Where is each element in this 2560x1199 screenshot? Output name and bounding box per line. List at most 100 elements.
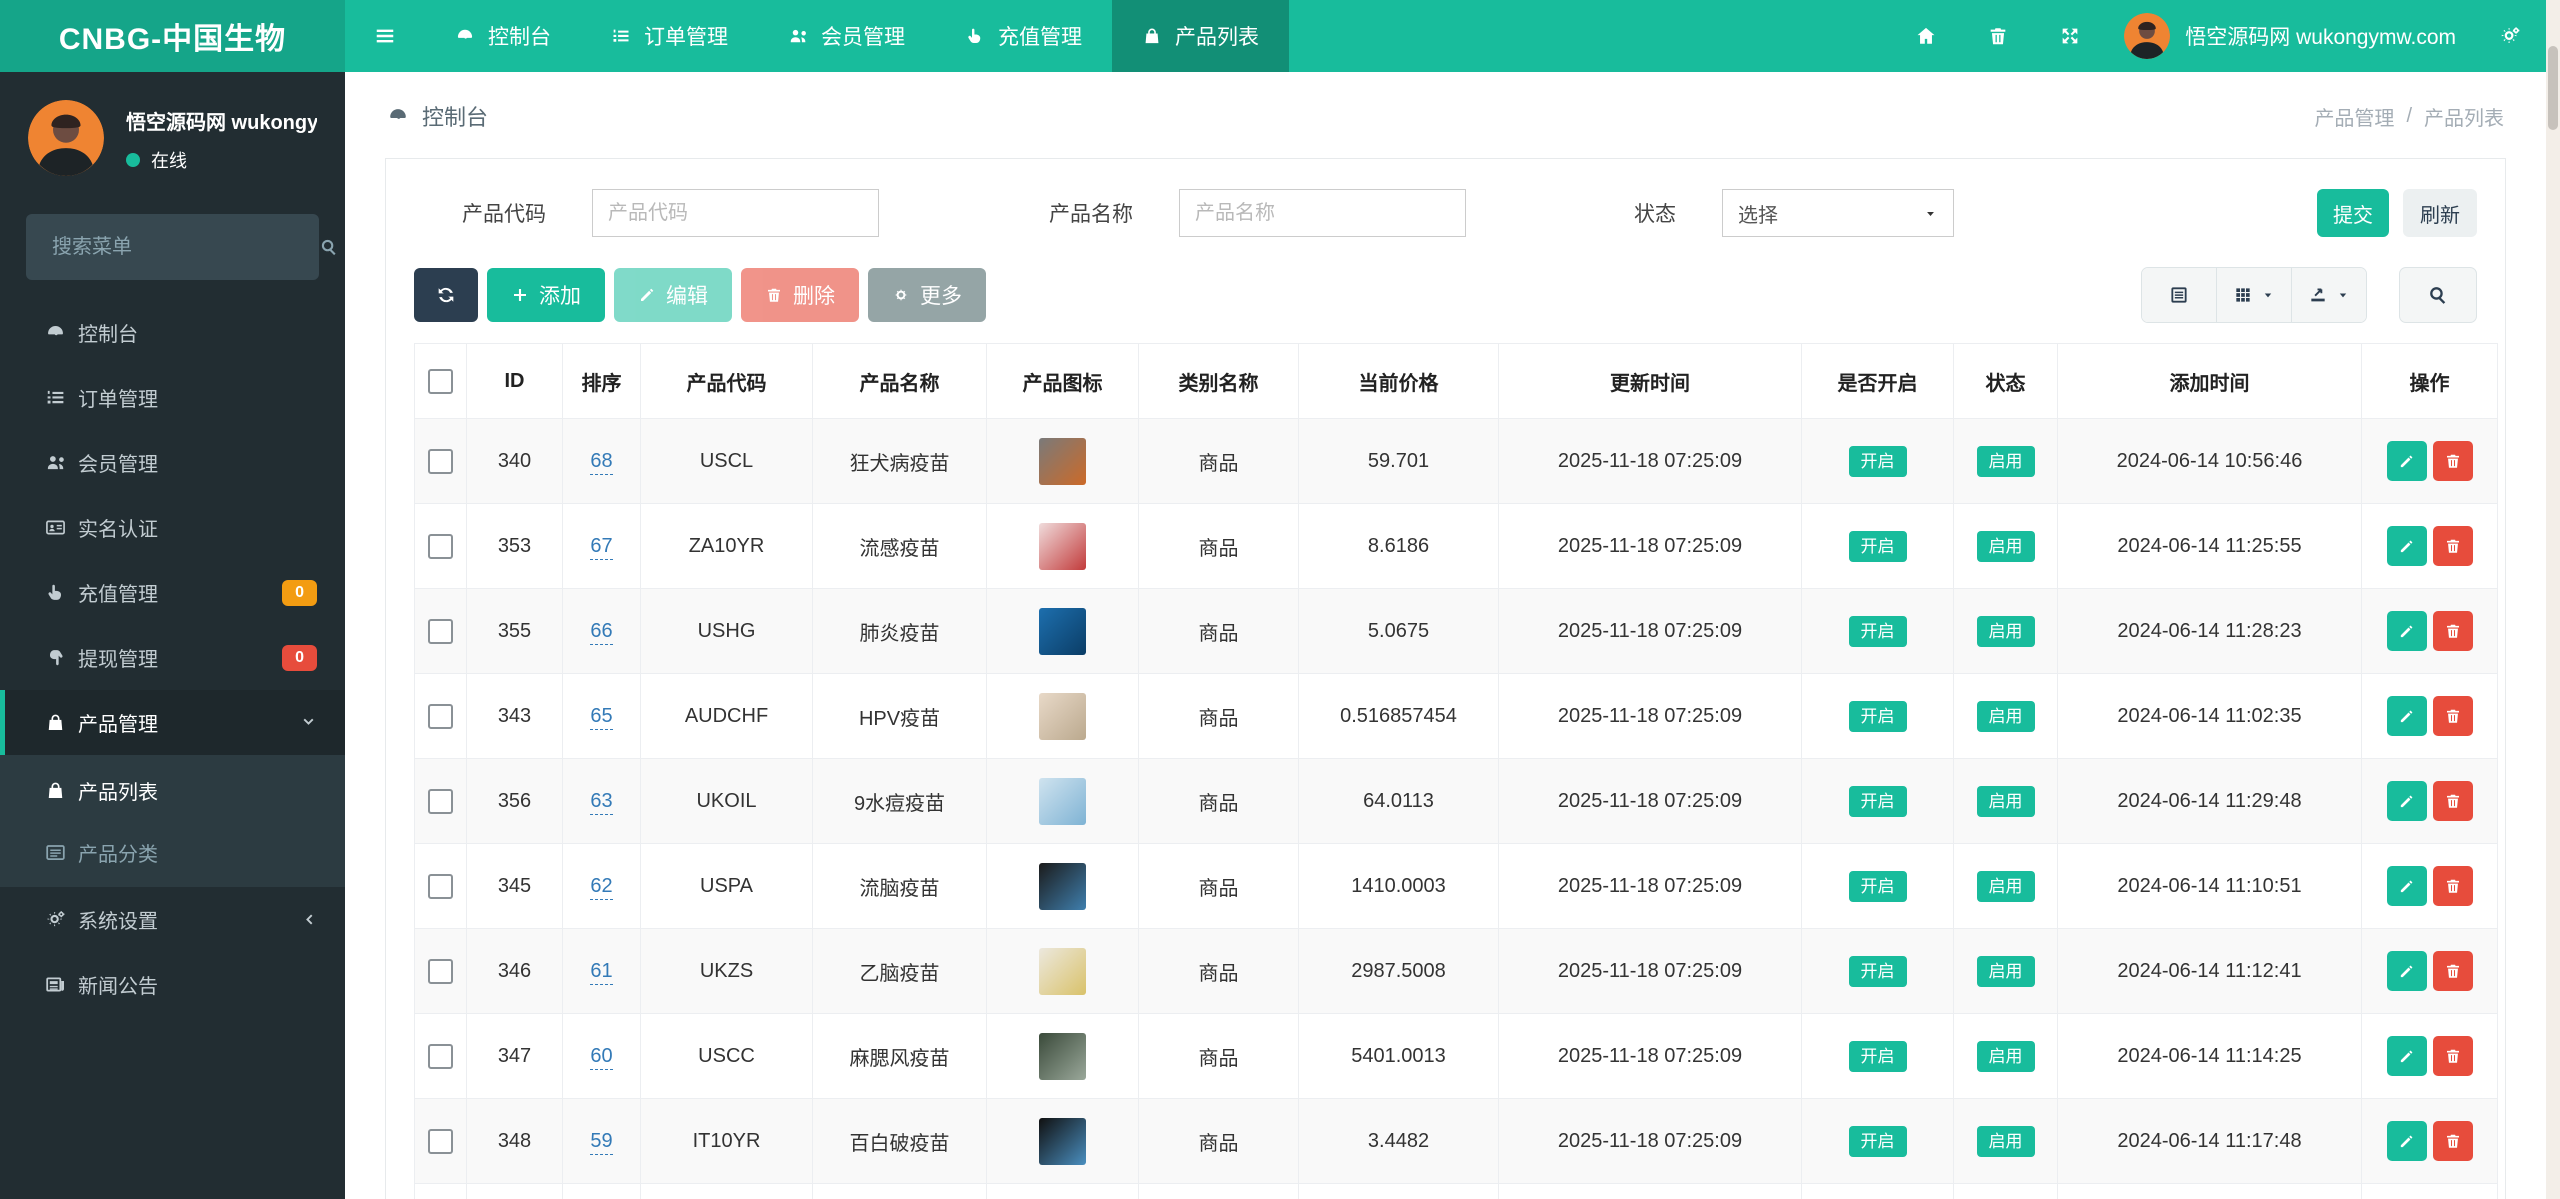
settings-button[interactable] [2474,0,2546,72]
sidebar-item-新闻公告[interactable]: 新闻公告 [0,952,345,1017]
sidebar-item-系统设置[interactable]: 系统设置 [0,887,345,952]
sort-editable-link[interactable]: 68 [590,449,613,475]
sidebar-item-产品分类[interactable]: 产品分类 [0,821,345,883]
row-delete-button[interactable] [2432,610,2473,651]
sidebar-search-input[interactable] [50,234,319,260]
sidebar-toggle-button[interactable] [345,0,425,72]
open-badge[interactable]: 开启 [1848,615,1907,647]
row-edit-button[interactable] [2386,526,2427,567]
row-delete-button[interactable] [2432,950,2473,991]
row-checkbox[interactable] [428,1128,453,1154]
top-nav-item-充值管理[interactable]: 充值管理 [935,0,1112,72]
table-search-button[interactable] [2399,267,2477,323]
status-badge[interactable]: 启用 [1976,1125,2035,1157]
row-edit-button[interactable] [2386,781,2427,822]
open-badge[interactable]: 开启 [1848,785,1907,817]
sidebar-avatar [28,100,104,176]
row-checkbox[interactable] [428,448,453,474]
select-all-checkbox[interactable] [428,368,453,394]
sidebar-item-提现管理[interactable]: 提现管理 0 [0,625,345,690]
more-button[interactable]: 更多 [868,268,986,322]
sort-editable-link[interactable]: 62 [590,874,613,900]
row-checkbox[interactable] [428,1043,453,1069]
home-button[interactable] [1890,0,1962,72]
export-button[interactable] [2291,268,2366,322]
row-edit-button[interactable] [2386,1036,2427,1077]
sidebar-item-产品列表[interactable]: 产品列表 [0,759,345,821]
status-badge[interactable]: 启用 [1976,615,2035,647]
row-edit-button[interactable] [2386,866,2427,907]
table-row: 356 63 UKOIL 9水痘疫苗 商品 64.0113 2025-11-18 07:25… [414,758,2498,844]
row-delete-button[interactable] [2432,780,2473,821]
status-badge[interactable]: 启用 [1976,700,2035,732]
open-badge[interactable]: 开启 [1848,700,1907,732]
sidebar-item-充值管理[interactable]: 充值管理 0 [0,560,345,625]
row-delete-button[interactable] [2432,1035,2473,1076]
row-delete-button[interactable] [2432,865,2473,906]
row-edit-button[interactable] [2386,441,2427,482]
breadcrumb-item-product-management[interactable]: 产品管理 [2314,102,2394,131]
sidebar-item-会员管理[interactable]: 会员管理 [0,430,345,495]
open-badge[interactable]: 开启 [1848,530,1907,562]
sort-editable-link[interactable]: 61 [590,959,613,985]
status-badge[interactable]: 启用 [1976,870,2035,902]
open-badge[interactable]: 开启 [1848,1040,1907,1072]
top-nav-item-订单管理[interactable]: 订单管理 [581,0,758,72]
delete-button[interactable]: 删除 [741,268,859,322]
sidebar-item-产品管理[interactable]: 产品管理 [0,690,345,755]
row-edit-button[interactable] [2386,696,2427,737]
sort-editable-link[interactable]: 60 [590,1044,613,1070]
submit-button[interactable]: 提交 [2317,189,2389,237]
row-checkbox[interactable] [428,618,453,644]
row-delete-button[interactable] [2432,525,2473,566]
cell-name: 肺炎疫苗 [812,588,987,674]
top-nav-item-产品列表[interactable]: 产品列表 [1112,0,1289,72]
sidebar-item-控制台[interactable]: 控制台 [0,300,345,365]
edit-button[interactable]: 编辑 [614,268,732,322]
sort-editable-link[interactable]: 59 [590,1129,613,1155]
refresh-button[interactable]: 刷新 [2403,189,2477,237]
sort-editable-link[interactable]: 63 [590,789,613,815]
reload-table-button[interactable] [414,268,478,322]
row-edit-button[interactable] [2386,1121,2427,1162]
row-delete-button[interactable] [2432,1120,2473,1161]
add-button[interactable]: 添加 [487,268,605,322]
status-badge[interactable]: 启用 [1976,530,2035,562]
scrollbar-thumb[interactable] [2548,46,2558,130]
status-badge[interactable]: 启用 [1976,955,2035,987]
sort-editable-link[interactable]: 67 [590,534,613,560]
user-menu[interactable]: 悟空源码网 wukongymw.com [2106,13,2474,59]
columns-button[interactable] [2216,268,2291,322]
product-name-input[interactable] [1179,189,1466,237]
open-badge[interactable]: 开启 [1848,1125,1907,1157]
sidebar-item-实名认证[interactable]: 实名认证 [0,495,345,560]
trash-button[interactable] [1962,0,2034,72]
row-delete-button[interactable] [2432,695,2473,736]
status-badge[interactable]: 启用 [1976,1040,2035,1072]
sort-editable-link[interactable]: 65 [590,704,613,730]
open-badge[interactable]: 开启 [1848,955,1907,987]
fullscreen-button[interactable] [2034,0,2106,72]
status-badge[interactable]: 启用 [1976,445,2035,477]
product-code-input[interactable] [592,189,879,237]
toggle-view-button[interactable] [2142,268,2216,322]
row-checkbox[interactable] [428,788,453,814]
open-badge[interactable]: 开启 [1848,870,1907,902]
top-nav-item-控制台[interactable]: 控制台 [425,0,581,72]
open-badge[interactable]: 开启 [1848,445,1907,477]
window-scrollbar[interactable] [2546,0,2560,1199]
sort-editable-link[interactable]: 66 [590,619,613,645]
row-checkbox[interactable] [428,533,453,559]
search-icon[interactable] [319,237,339,257]
row-edit-button[interactable] [2386,951,2427,992]
row-checkbox[interactable] [428,873,453,899]
sidebar-item-订单管理[interactable]: 订单管理 [0,365,345,430]
top-nav-item-会员管理[interactable]: 会员管理 [758,0,935,72]
status-badge[interactable]: 启用 [1976,785,2035,817]
row-edit-button[interactable] [2386,611,2427,652]
status-select[interactable]: 选择 [1722,189,1954,237]
row-delete-button[interactable] [2432,440,2473,481]
row-checkbox[interactable] [428,958,453,984]
row-checkbox[interactable] [428,703,453,729]
brand-logo[interactable]: CNBG-中国生物 [0,0,345,72]
